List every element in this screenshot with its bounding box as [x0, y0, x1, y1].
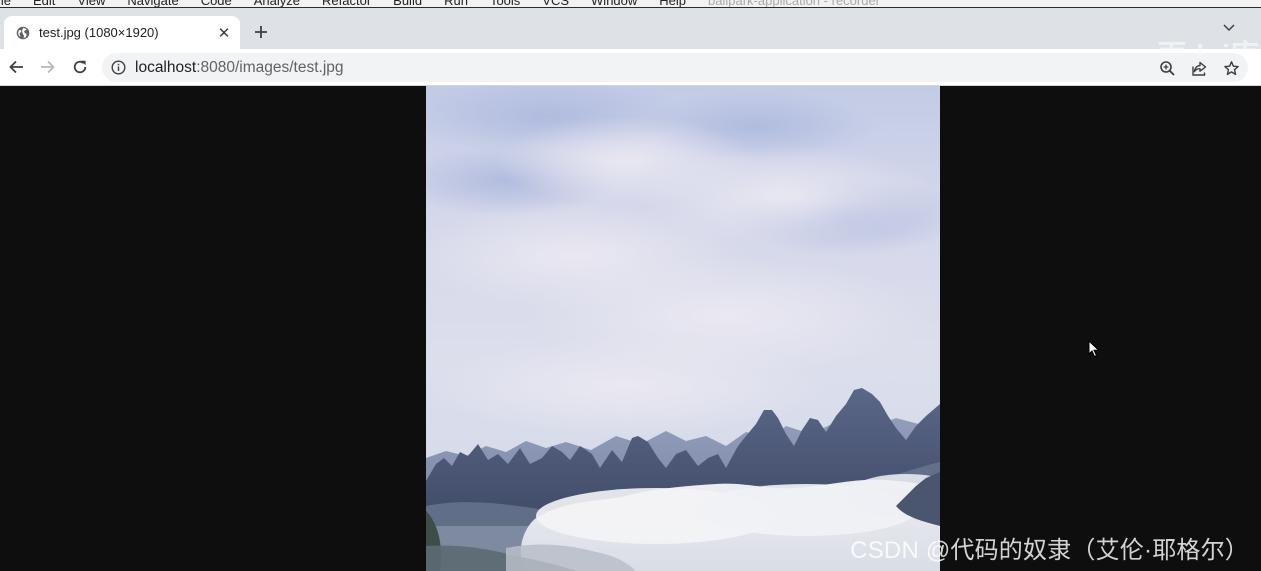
tab-strip: test.jpg (1080×1920) ✕ 面dui库	[0, 8, 1261, 50]
back-arrow-icon[interactable]	[3, 54, 29, 80]
zoom-icon[interactable]	[1157, 58, 1177, 78]
landscape-photo[interactable]	[426, 86, 940, 571]
url-path: :8080/images/test.jpg	[196, 59, 344, 76]
watermark-text: CSDN @代码的奴隶（艾伦·耶格尔）	[850, 537, 1249, 564]
share-icon[interactable]	[1189, 58, 1209, 78]
bookmark-star-icon[interactable]	[1221, 58, 1241, 78]
ide-menu-item[interactable]: Code	[201, 0, 232, 7]
corner-watermark: 面dui库	[1158, 32, 1260, 50]
tab-title: test.jpg (1080×1920)	[39, 25, 159, 40]
url-host: localhost	[135, 59, 197, 76]
background-ide-menu-bar: ile Edit View Navigate Code Analyze Refa…	[0, 0, 1261, 8]
close-icon[interactable]: ✕	[214, 23, 234, 43]
ide-menu-item[interactable]: Build	[393, 0, 422, 7]
ide-menu-item[interactable]: Navigate	[127, 0, 178, 7]
ide-menu-item[interactable]: Window	[591, 0, 637, 7]
ide-menu-item[interactable]: Edit	[33, 0, 55, 7]
ide-menu-item[interactable]: VCS	[542, 0, 569, 7]
mouse-cursor-icon	[1088, 339, 1100, 358]
browser-window: test.jpg (1080×1920) ✕ 面dui库	[0, 8, 1261, 571]
plus-icon[interactable]	[249, 20, 273, 44]
browser-toolbar: localhost:8080/images/test.jpg	[0, 49, 1261, 86]
ide-menu-item[interactable]: View	[77, 0, 105, 7]
tab-active[interactable]: test.jpg (1080×1920) ✕	[4, 16, 240, 49]
screen: ile Edit View Navigate Code Analyze Refa…	[0, 0, 1261, 571]
ide-menu-item[interactable]: Analyze	[254, 0, 300, 7]
ide-menu-item[interactable]: Refactor	[322, 0, 371, 7]
page-viewport	[0, 86, 1261, 571]
ide-menu-item[interactable]: ile	[0, 0, 11, 7]
info-icon[interactable]	[111, 60, 126, 75]
ide-menu-item[interactable]: Run	[444, 0, 468, 7]
globe-icon	[16, 26, 30, 40]
reload-icon[interactable]	[67, 54, 93, 80]
forward-arrow-icon[interactable]	[35, 54, 61, 80]
url-text: localhost:8080/images/test.jpg	[135, 59, 344, 77]
ide-menu-items: ile Edit View Navigate Code Analyze Refa…	[0, 0, 881, 8]
ide-menu-item[interactable]: Tools	[490, 0, 520, 7]
ide-menu-item[interactable]: Help	[659, 0, 686, 7]
ide-project-title: ballpark-application - recorder	[708, 0, 881, 8]
address-bar[interactable]: localhost:8080/images/test.jpg	[102, 53, 1248, 82]
